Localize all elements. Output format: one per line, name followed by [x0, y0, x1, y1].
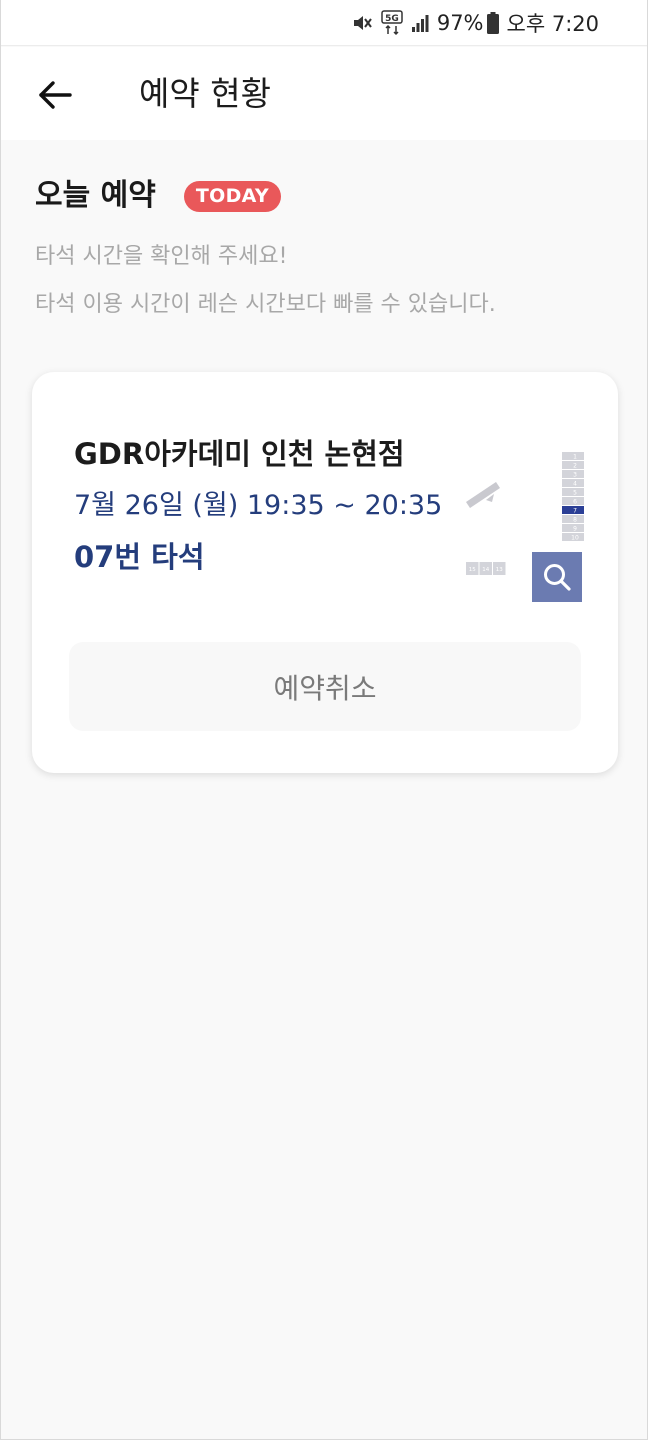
network-5g-icon: 5G — [381, 9, 403, 36]
seat-label: 14 — [482, 567, 489, 573]
reservation-datetime: 7월 26일 (월) 19:35 ~ 20:35 — [74, 490, 443, 521]
clock: 오후 7:20 — [506, 11, 599, 36]
section-title: 오늘 예약 — [35, 178, 156, 213]
arrow-left-icon — [39, 81, 72, 109]
search-icon — [544, 564, 571, 591]
status-bar: 5G 97% 오후 7:20 — [1, 0, 647, 46]
notice-line-2: 타석 이용 시간이 레슨 시간보다 빠를 수 있습니다. — [35, 292, 496, 317]
back-button[interactable] — [31, 71, 79, 119]
seat-label: 5 — [573, 490, 577, 497]
seat-label: 1 — [573, 454, 577, 461]
seat-label: 4 — [573, 481, 577, 488]
seat-label: 9 — [573, 526, 577, 533]
battery-icon — [486, 11, 499, 34]
seat-map-search-button[interactable] — [532, 552, 582, 602]
reservation-card: GDR아카데미 인천 논현점 7월 26일 (월) 19:35 ~ 20:35 … — [32, 372, 618, 773]
app-header: 예약 현황 — [1, 47, 647, 140]
seat-label: 6 — [573, 499, 577, 506]
venue-name: GDR아카데미 인천 논현점 — [74, 437, 405, 471]
seat-label: 8 — [573, 517, 577, 524]
seat-number: 07번 타석 — [74, 540, 205, 574]
today-badge: TODAY — [183, 180, 281, 212]
signal-icon — [411, 13, 429, 33]
seat-label: 2 — [573, 463, 577, 470]
svg-text:5G: 5G — [385, 14, 399, 24]
seat-label: 15 — [469, 567, 476, 573]
seat-label: 3 — [573, 472, 577, 479]
page-title: 예약 현황 — [139, 74, 271, 113]
seat-label: 13 — [496, 567, 503, 573]
notice-line-1: 타석 시간을 확인해 주세요! — [35, 244, 288, 269]
cancel-reservation-button[interactable]: 예약취소 — [69, 642, 581, 731]
mute-icon — [351, 12, 373, 34]
today-section-header: 오늘 예약 TODAY — [35, 174, 281, 218]
seat-label: 7 — [573, 508, 577, 515]
battery-text: 97% — [436, 10, 484, 35]
seat-label: 10 — [571, 535, 579, 542]
angled-seat — [466, 482, 500, 508]
